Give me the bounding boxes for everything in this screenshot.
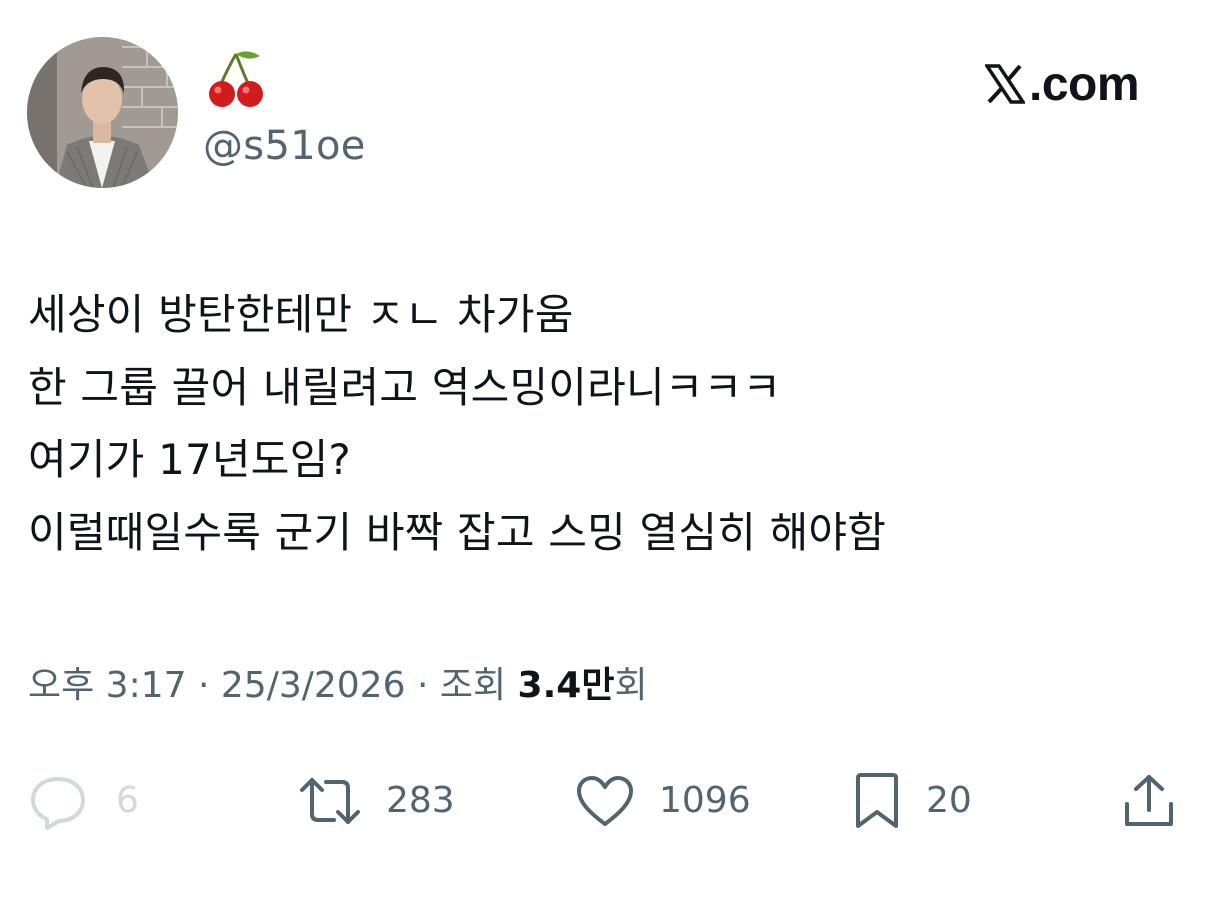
reply-button[interactable]: 6 [28, 770, 139, 832]
like-button[interactable]: 1096 [575, 770, 751, 832]
display-name[interactable] [206, 48, 266, 112]
views-suffix: 회 [614, 665, 648, 706]
share-icon [1122, 772, 1176, 830]
like-count: 1096 [659, 780, 751, 821]
cherries-emoji-icon [206, 48, 266, 112]
user-handle[interactable]: @s51oe [203, 120, 366, 172]
bookmark-button[interactable]: 20 [852, 770, 972, 832]
brand-label: .com [1029, 57, 1140, 111]
reply-count: 6 [116, 780, 139, 821]
avatar[interactable] [27, 37, 178, 188]
tweet-time[interactable]: 오후 3:17 [28, 665, 187, 706]
separator: · [197, 665, 210, 706]
tweet-date[interactable]: 25/3/2026 [221, 665, 406, 706]
share-button[interactable] [1122, 770, 1176, 832]
retweet-icon [298, 774, 362, 828]
brand-watermark: .com [985, 56, 1140, 112]
reply-icon [28, 771, 88, 831]
retweet-count: 283 [386, 780, 455, 821]
views-label: 조회 [439, 665, 507, 706]
heart-icon [575, 774, 635, 828]
bookmark-count: 20 [926, 780, 972, 821]
x-logo-icon [985, 64, 1029, 104]
tweet-line: 이럴때일수록 군기 바짝 잡고 스밍 열심히 해야함 [28, 507, 887, 557]
views-count: 3.4만 [517, 665, 615, 706]
tweet-meta: 오후 3:17 · 25/3/2026 · 조회 3.4만회 [28, 660, 648, 712]
bookmark-icon [852, 772, 902, 830]
tweet-line: 여기가 17년도임? [28, 435, 351, 484]
action-bar: 6 283 1096 20 [0, 770, 1206, 832]
tweet-line: 한 그룹 끌어 내릴려고 역스밍이라니ㅋㅋㅋ [28, 362, 782, 412]
tweet-line: 세상이 방탄한테만 ㅈㄴ 차가움 [28, 290, 574, 339]
separator: · [416, 665, 429, 706]
retweet-button[interactable]: 283 [298, 770, 455, 832]
tweet-text: 세상이 방탄한테만 ㅈㄴ 차가움 한 그룹 끌어 내릴려고 역스밍이라니ㅋㅋㅋ … [28, 279, 1178, 569]
